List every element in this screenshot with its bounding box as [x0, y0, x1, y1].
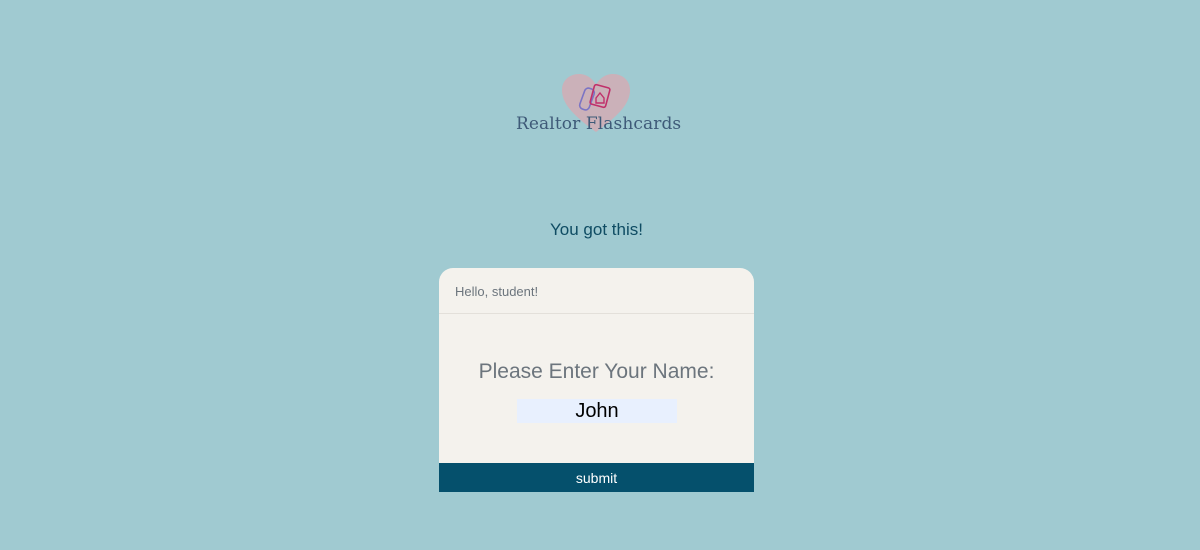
logo: Realtor Flashcards: [512, 72, 682, 138]
name-prompt: Please Enter Your Name:: [478, 360, 715, 383]
page: Realtor Flashcards You got this! Hello, …: [0, 0, 1200, 550]
tagline: You got this!: [550, 220, 643, 239]
submit-button[interactable]: submit: [439, 463, 754, 492]
card-header: Hello, student!: [439, 268, 754, 314]
logo-text: Realtor Flashcards: [516, 114, 682, 134]
name-card: Hello, student! Please Enter Your Name: …: [439, 268, 754, 492]
name-input[interactable]: [517, 399, 677, 423]
